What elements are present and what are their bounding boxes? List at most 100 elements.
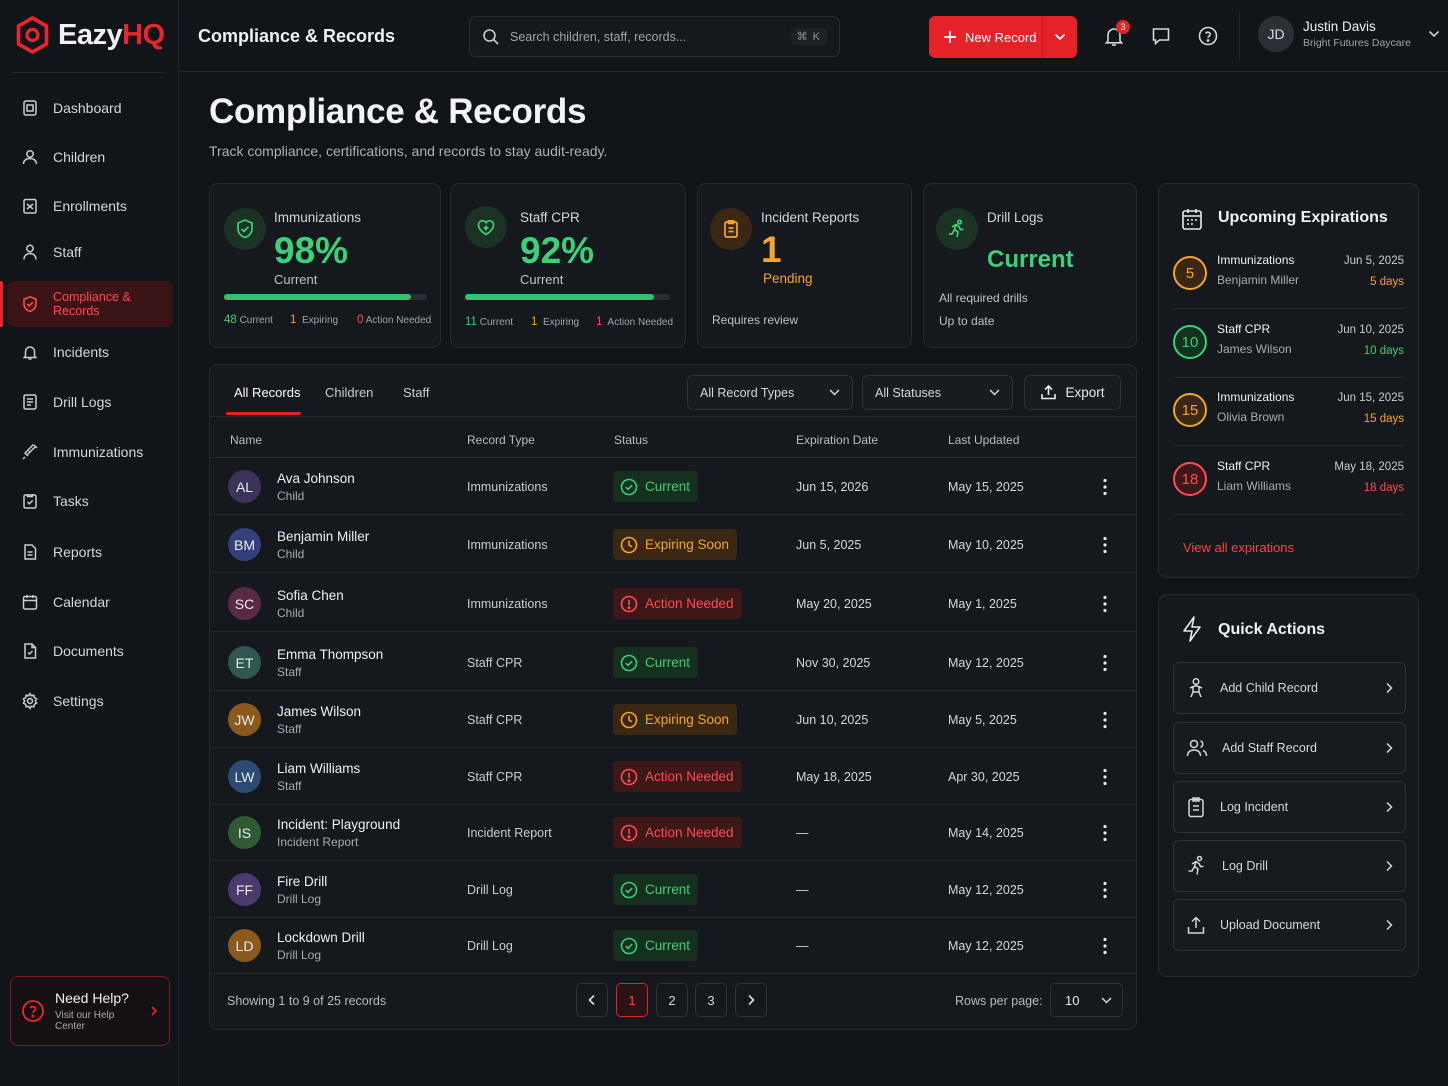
tab-all-records[interactable]: All Records <box>234 385 300 400</box>
sidebar-item-label: Tasks <box>53 493 89 509</box>
user-menu[interactable]: JD Justin Davis Bright Futures Daycare <box>1258 16 1440 52</box>
sidebar-item-immunizations[interactable]: Immunizations <box>7 429 173 475</box>
lightning-icon <box>1181 615 1203 643</box>
row-menu-icon[interactable] <box>1094 534 1116 556</box>
record-name[interactable]: Fire Drill <box>277 874 327 889</box>
app-logo[interactable]: EazyHQ <box>16 16 165 54</box>
sidebar-item-calendar[interactable]: Calendar <box>7 579 173 625</box>
tab-children[interactable]: Children <box>325 385 373 400</box>
record-name[interactable]: Ava Johnson <box>277 471 355 486</box>
page-2-button[interactable]: 2 <box>656 983 688 1017</box>
sidebar-item-reports[interactable]: Reports <box>7 529 173 575</box>
sidebar-item-tasks[interactable]: Tasks <box>7 478 173 524</box>
table-row[interactable]: IS Incident: Playground Incident Report Inc… <box>210 804 1136 861</box>
sidebar-item-dashboard[interactable]: Dashboard <box>7 85 173 131</box>
sidebar-item-incidents[interactable]: Incidents <box>7 329 173 375</box>
sidebar-item-drill-logs[interactable]: Drill Logs <box>7 379 173 425</box>
last-updated: May 12, 2025 <box>948 656 1024 670</box>
sidebar-item-documents[interactable]: Documents <box>7 628 173 674</box>
panel-title: Quick Actions <box>1218 621 1325 638</box>
row-menu-icon[interactable] <box>1094 935 1116 957</box>
sidebar-item-label: Compliance & Records <box>53 290 131 318</box>
sidebar-item-children[interactable]: Children <box>7 134 173 180</box>
add-child-record-button[interactable]: Add Child Record <box>1173 662 1406 714</box>
tab-staff[interactable]: Staff <box>403 385 430 400</box>
person-icon <box>21 243 39 261</box>
log-drill-button[interactable]: Log Drill <box>1173 840 1406 892</box>
sidebar-item-enrollments[interactable]: Enrollments <box>7 183 173 229</box>
help-icon[interactable] <box>1196 24 1220 48</box>
row-menu-icon[interactable] <box>1094 476 1116 498</box>
status-filter[interactable]: All Statuses <box>862 375 1013 410</box>
search-input[interactable] <box>510 29 781 44</box>
record-type: Staff CPR <box>467 713 523 727</box>
drill-logs-stat-card[interactable]: Drill Logs Current All required drills U… <box>923 183 1137 348</box>
days-remaining: 10 days <box>1363 345 1404 357</box>
prev-page-button[interactable] <box>576 983 608 1017</box>
incident-reports-stat-card[interactable]: Incident Reports 1 Pending Requires revi… <box>697 183 912 348</box>
expiration-item[interactable]: 18 Staff CPR Liam Williams May 18, 2025 18 d… <box>1173 447 1405 515</box>
column-header-last-updated[interactable]: Last Updated <box>948 433 1019 447</box>
sidebar-item-compliance-records[interactable]: Compliance & Records <box>0 281 173 327</box>
upload-document-button[interactable]: Upload Document <box>1173 899 1406 951</box>
new-record-main[interactable]: New Record <box>929 16 1042 58</box>
row-menu-icon[interactable] <box>1094 593 1116 615</box>
page-3-button[interactable]: 3 <box>695 983 727 1017</box>
help-center-card[interactable]: Need Help? Visit our Help Center <box>10 976 170 1046</box>
search-bar[interactable]: ⌘ K <box>469 16 840 57</box>
table-row[interactable]: SC Sofia Chen Child Immunizations Action Nee… <box>210 575 1136 632</box>
expiration-type: Staff CPR <box>1217 322 1271 336</box>
chat-icon[interactable] <box>1149 24 1173 48</box>
status-badge: Expiring Soon <box>613 529 738 560</box>
record-name[interactable]: Incident: Playground <box>277 817 400 832</box>
expiration-item[interactable]: 10 Staff CPR James Wilson Jun 10, 2025 10 da… <box>1173 310 1405 378</box>
table-row[interactable]: LD Lockdown Drill Drill Log Drill Log Curren… <box>210 917 1136 974</box>
column-header-status[interactable]: Status <box>614 433 648 447</box>
column-header-name[interactable]: Name <box>230 433 262 447</box>
new-record-dropdown[interactable] <box>1042 16 1077 58</box>
immunizations-stat-card[interactable]: Immunizations 98% Current 48 Current 1 E… <box>209 183 441 348</box>
status-badge: Action Needed <box>613 817 742 848</box>
expiration-item[interactable]: 15 Immunizations Olivia Brown Jun 15, 2025 1… <box>1173 378 1405 446</box>
column-header-record-type[interactable]: Record Type <box>467 433 535 447</box>
table-row[interactable]: ET Emma Thompson Staff Staff CPR Current Nov … <box>210 634 1136 691</box>
table-row[interactable]: BM Benjamin Miller Child Immunizations Expir… <box>210 516 1136 573</box>
sidebar-item-staff[interactable]: Staff <box>7 229 173 275</box>
status-badge: Current <box>613 930 699 961</box>
record-name[interactable]: Emma Thompson <box>277 647 383 662</box>
new-record-button[interactable]: New Record <box>929 16 1077 58</box>
record-name[interactable]: James Wilson <box>277 704 361 719</box>
table-row[interactable]: LW Liam Williams Staff Staff CPR Action Need… <box>210 748 1136 805</box>
days-remaining: 18 days <box>1363 482 1404 494</box>
table-row[interactable]: FF Fire Drill Drill Log Drill Log Current — Ma… <box>210 861 1136 918</box>
expiration-item[interactable]: 5 Immunizations Benjamin Miller Jun 5, 2025… <box>1173 241 1405 309</box>
column-header-expiration-date[interactable]: Expiration Date <box>796 433 878 447</box>
record-type-filter[interactable]: All Record Types <box>687 375 853 410</box>
header-title: Compliance & Records <box>198 26 396 46</box>
next-page-button[interactable] <box>735 983 767 1017</box>
sidebar: EazyHQ Dashboard Children Enrollments St… <box>0 0 179 1086</box>
export-button[interactable]: Export <box>1024 375 1121 410</box>
row-menu-icon[interactable] <box>1094 652 1116 674</box>
row-menu-icon[interactable] <box>1094 709 1116 731</box>
view-all-expirations-link[interactable]: View all expirations <box>1183 540 1294 555</box>
row-menu-icon[interactable] <box>1094 879 1116 901</box>
row-menu-icon[interactable] <box>1094 822 1116 844</box>
rows-per-page-select[interactable]: 10 <box>1050 983 1123 1017</box>
table-row[interactable]: JW James Wilson Staff Staff CPR Expiring Soo… <box>210 691 1136 748</box>
record-name[interactable]: Lockdown Drill <box>277 930 365 945</box>
record-name[interactable]: Benjamin Miller <box>277 529 369 544</box>
table-row[interactable]: AL Ava Johnson Child Immunizations Current Ju… <box>210 458 1136 515</box>
record-name[interactable]: Liam Williams <box>277 761 360 776</box>
sidebar-item-settings[interactable]: Settings <box>7 678 173 724</box>
expiration-person: Liam Williams <box>1217 479 1292 493</box>
staff-cpr-stat-card[interactable]: Staff CPR 92% Current 11 Current 1 Expir… <box>450 183 686 348</box>
expiration-type: Staff CPR <box>1217 459 1271 473</box>
record-subject-type: Staff <box>277 779 302 793</box>
chevron-right-icon <box>1385 801 1393 813</box>
row-menu-icon[interactable] <box>1094 766 1116 788</box>
log-incident-button[interactable]: Log Incident <box>1173 781 1406 833</box>
record-name[interactable]: Sofia Chen <box>277 588 344 603</box>
add-staff-record-button[interactable]: Add Staff Record <box>1173 722 1406 774</box>
page-1-button[interactable]: 1 <box>616 983 648 1017</box>
